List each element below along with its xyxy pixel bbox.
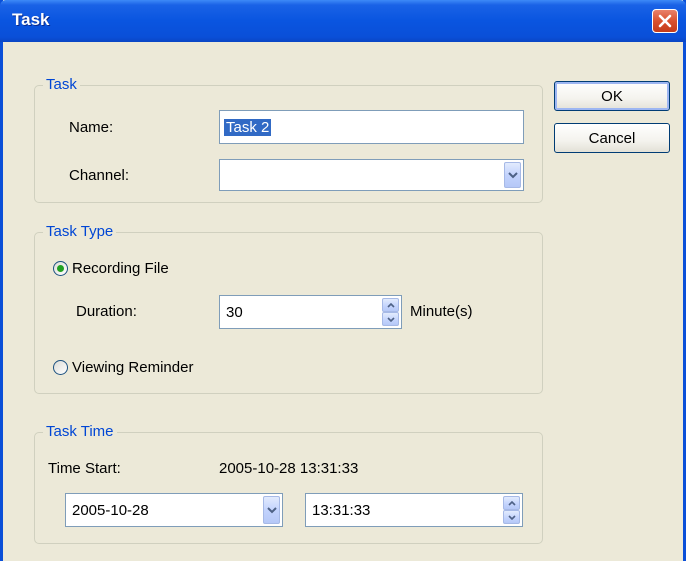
recording-file-radio[interactable] (53, 261, 68, 276)
title-bar[interactable]: Task (0, 0, 686, 42)
name-label: Name: (69, 119, 114, 136)
time-start-value: 2005-10-28 13:31:33 (219, 460, 359, 477)
chevron-down-icon (386, 316, 395, 322)
radio-selected-dot (57, 265, 64, 272)
channel-dropdown-button[interactable] (504, 162, 521, 188)
cancel-button[interactable]: Cancel (554, 123, 670, 153)
time-stepper[interactable]: 13:31:33 (305, 493, 523, 527)
duration-increment-button[interactable] (382, 298, 399, 312)
date-picker-value: 2005-10-28 (72, 501, 149, 519)
duration-decrement-button[interactable] (382, 312, 399, 326)
channel-select[interactable] (219, 159, 524, 191)
task-time-group: Task Time (34, 423, 543, 544)
channel-label: Channel: (69, 167, 130, 184)
time-spin (503, 496, 520, 524)
duration-label: Duration: (76, 303, 137, 320)
close-icon (658, 14, 672, 28)
date-dropdown-button[interactable] (263, 496, 280, 524)
chevron-up-icon (386, 302, 395, 308)
time-value: 13:31:33 (312, 501, 371, 519)
task-group-legend: Task (43, 76, 80, 93)
viewing-reminder-radio[interactable] (53, 360, 68, 375)
duration-stepper[interactable]: 30 (219, 295, 402, 329)
duration-value: 30 (226, 303, 243, 321)
duration-spin (382, 298, 399, 326)
chevron-up-icon (507, 500, 516, 506)
chevron-down-icon (507, 514, 516, 520)
name-input-value: Task 2 (224, 118, 272, 136)
chevron-down-icon (507, 172, 518, 179)
task-time-group-legend: Task Time (43, 423, 117, 440)
cancel-button-label: Cancel (588, 129, 636, 147)
date-picker[interactable]: 2005-10-28 (65, 493, 283, 527)
task-type-group-legend: Task Type (43, 223, 117, 240)
time-decrement-button[interactable] (503, 510, 520, 524)
close-button[interactable] (652, 9, 678, 33)
window-title: Task (12, 10, 50, 29)
time-start-label: Time Start: (48, 460, 121, 477)
duration-unit-label: Minute(s) (410, 303, 473, 320)
recording-file-label[interactable]: Recording File (72, 260, 169, 277)
viewing-reminder-label[interactable]: Viewing Reminder (72, 359, 193, 376)
chevron-down-icon (266, 507, 277, 514)
name-input[interactable]: Task 2 (219, 110, 524, 144)
ok-button[interactable]: OK (554, 81, 670, 111)
task-dialog: Task Task Name: Task 2 Channel: Task Typ… (0, 0, 686, 561)
time-increment-button[interactable] (503, 496, 520, 510)
ok-button-label: OK (601, 87, 623, 105)
